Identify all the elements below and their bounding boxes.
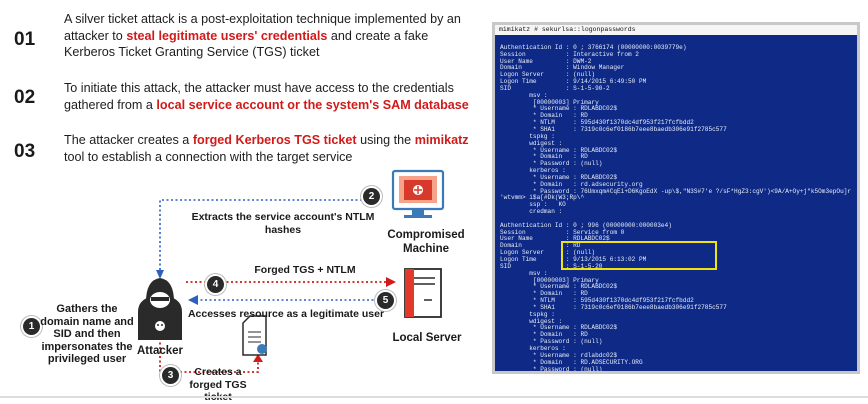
badge-2: 2	[363, 188, 380, 205]
bottom-divider	[0, 396, 868, 398]
badge-3: 3	[162, 367, 179, 384]
arrow-4-label: Forged TGS + NTLM	[254, 264, 356, 276]
mimikatz-terminal: mimikatz # sekurlsa::logonpasswords Auth…	[492, 22, 860, 374]
ntlm-highlight-box	[561, 241, 717, 270]
arrow-2-label: Extracts the service account's NTLM hash…	[191, 211, 375, 236]
arrow-5-head	[188, 295, 198, 305]
compromised-machine-label: Compromised Machine	[387, 229, 465, 255]
arrow-2-head	[156, 270, 164, 279]
arrow-4-head	[386, 277, 396, 287]
terminal-line: * Password : (null)	[532, 365, 603, 373]
ticket-document-icon	[242, 315, 267, 356]
compromised-machine-icon	[391, 169, 445, 218]
badge-5: 5	[377, 292, 394, 309]
terminal-line: ssp :	[500, 372, 548, 374]
badge-1: 1	[23, 318, 40, 335]
local-server-label: Local Server	[392, 332, 462, 344]
attacker-label: Attacker	[136, 345, 184, 357]
terminal-line: credman :	[529, 208, 563, 216]
badge-4: 4	[207, 276, 224, 293]
arrow-5-label: Accesses resource as a legitimate user	[187, 308, 385, 320]
step-1-label: Gathers the domain name and SID and then…	[40, 303, 134, 365]
local-server-icon	[404, 268, 442, 318]
attacker-icon	[138, 278, 182, 340]
terminal-output: Authentication Id : 0 ; 3766174 (0000000…	[495, 35, 857, 374]
terminal-command: mimikatz # sekurlsa::logonpasswords	[495, 25, 857, 35]
